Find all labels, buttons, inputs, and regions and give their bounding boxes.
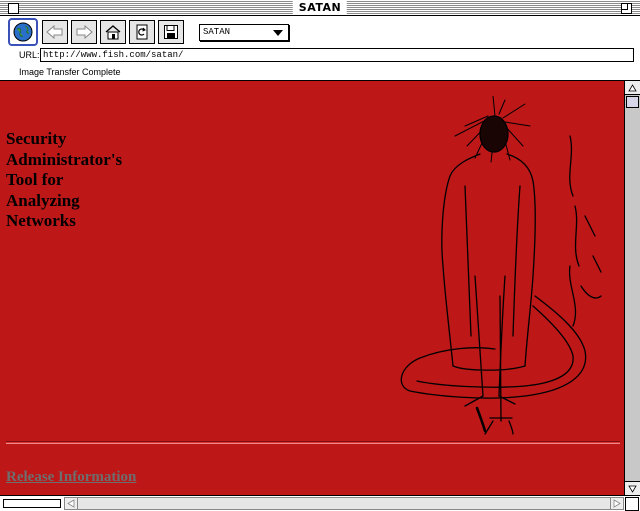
scroll-left-button[interactable]	[64, 497, 78, 510]
horizontal-rule	[6, 441, 620, 444]
site-select-value: SATAN	[203, 27, 231, 37]
title-bar: SATAN	[0, 0, 640, 16]
globe-button[interactable]	[8, 18, 38, 46]
page-headline: Security Administrator's Tool for Analyz…	[6, 129, 122, 232]
horizontal-scrollbar[interactable]	[78, 497, 610, 510]
close-box[interactable]	[8, 3, 19, 14]
reload-icon	[136, 24, 148, 40]
headline-line: Analyzing	[6, 190, 80, 210]
headline-line: Administrator's	[6, 149, 123, 169]
toolbar: SATAN	[0, 16, 640, 46]
globe-icon	[13, 22, 33, 42]
arrow-right-icon	[613, 499, 621, 508]
save-button[interactable]	[158, 20, 184, 44]
url-input[interactable]: http://www.fish.com/satan/	[40, 48, 634, 62]
floppy-disk-icon	[164, 25, 178, 39]
reload-button[interactable]	[129, 20, 155, 44]
scroll-thumb[interactable]	[626, 96, 639, 108]
window-title: SATAN	[292, 1, 348, 15]
headline-line: Tool for	[6, 170, 64, 189]
release-information-link[interactable]: Release Information	[6, 469, 136, 486]
status-text: Image Transfer Complete	[19, 67, 121, 77]
url-label: URL:	[19, 50, 40, 60]
site-select[interactable]: SATAN	[199, 24, 289, 41]
scroll-up-button[interactable]	[625, 81, 640, 95]
devil-illustration	[400, 96, 602, 435]
home-button[interactable]	[100, 20, 126, 44]
arrow-down-icon	[628, 485, 637, 493]
home-icon	[105, 25, 121, 40]
headline-line: Networks	[6, 211, 76, 230]
back-button[interactable]	[42, 20, 68, 44]
progress-bar	[3, 499, 61, 508]
status-bar: Image Transfer Complete	[0, 64, 640, 81]
url-bar: URL: http://www.fish.com/satan/	[0, 46, 640, 64]
resize-grip[interactable]	[625, 497, 639, 511]
page-content: Security Administrator's Tool for Analyz…	[0, 81, 624, 495]
chevron-down-icon	[273, 30, 283, 36]
forward-button[interactable]	[71, 20, 97, 44]
headline-line: Security	[6, 129, 67, 148]
arrow-left-icon	[67, 499, 75, 508]
back-arrow-icon	[46, 25, 63, 39]
zoom-box[interactable]	[621, 3, 632, 14]
scroll-right-button[interactable]	[610, 497, 624, 510]
arrow-up-icon	[628, 83, 637, 91]
forward-arrow-icon	[76, 25, 93, 39]
vertical-scrollbar[interactable]	[624, 81, 640, 495]
bottom-bar	[0, 495, 640, 511]
scroll-down-button[interactable]	[625, 481, 640, 495]
